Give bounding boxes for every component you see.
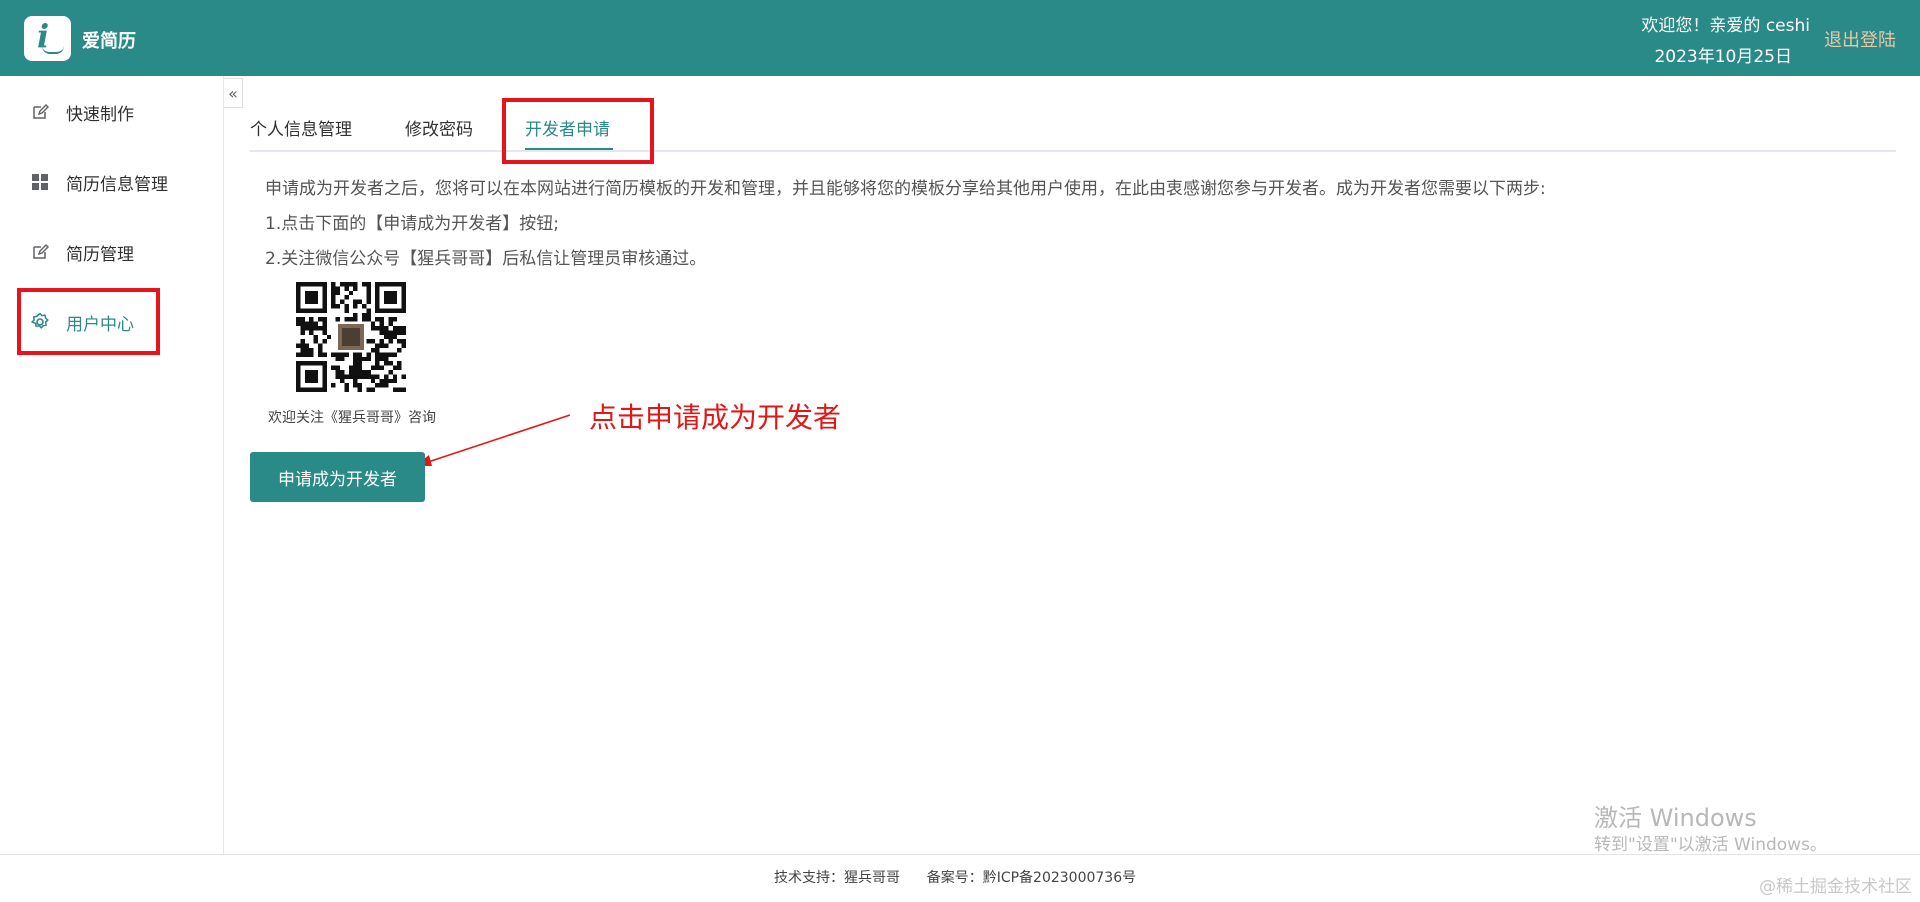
tab-change-password[interactable]: 修改密码: [405, 115, 473, 140]
juejin-watermark: @稀土掘金技术社区: [1759, 877, 1912, 897]
apply-developer-button[interactable]: 申请成为开发者: [250, 452, 425, 502]
annotation-arrow-icon: [415, 414, 571, 466]
top-header: i 爱简历 欢迎您！亲爱的 ceshi 2023年10月25日 退出登陆: [0, 0, 1920, 76]
sidebar-item-label: 简历管理: [66, 244, 134, 265]
windows-activation-title: 激活 Windows: [1594, 804, 1757, 832]
double-chevron-left-icon: «: [228, 83, 238, 103]
sidebar-item-quick-create[interactable]: 快速制作: [0, 84, 224, 140]
sidebar: 快速制作 简历信息管理 简历管理 用户中心: [0, 76, 224, 854]
windows-activation-subtitle: 转到"设置"以激活 Windows。: [1594, 835, 1827, 855]
footer: 技术支持：猩兵哥哥 备案号：黔ICP备2023000736号: [0, 854, 1920, 902]
intro-text: 申请成为开发者之后，您将可以在本网站进行简历模板的开发和管理，并且能够将您的模板…: [265, 179, 1546, 199]
sidebar-item-resume-info[interactable]: 简历信息管理: [0, 154, 224, 210]
step-2-text: 2.关注微信公众号【猩兵哥哥】后私信让管理员审核通过。: [265, 249, 707, 269]
app-logo[interactable]: i: [24, 16, 71, 61]
app-title: 爱简历: [82, 31, 136, 52]
footer-icp: 备案号：黔ICP备2023000736号: [926, 870, 1137, 886]
sidebar-item-label: 快速制作: [66, 104, 134, 125]
logout-link[interactable]: 退出登陆: [1824, 26, 1896, 52]
logo-swoosh-icon: [42, 46, 64, 54]
edit-icon: [30, 242, 50, 262]
highlight-box-user-center: [17, 288, 160, 355]
footer-info: 技术支持：猩兵哥哥 备案号：黔ICP备2023000736号: [774, 867, 1136, 887]
edit-icon: [30, 102, 50, 122]
collapse-sidebar-button[interactable]: «: [224, 78, 243, 108]
developer-instructions: 申请成为开发者之后，您将可以在本网站进行简历模板的开发和管理，并且能够将您的模板…: [265, 172, 1546, 277]
tab-personal-info[interactable]: 个人信息管理: [250, 115, 352, 140]
footer-support: 技术支持：猩兵哥哥: [774, 870, 900, 886]
grid-icon: [30, 172, 50, 192]
highlight-box-developer-tab: [502, 98, 654, 164]
annotation-text: 点击申请成为开发者: [589, 401, 842, 434]
current-date: 2023年10月25日: [1654, 47, 1792, 67]
wechat-qr-code: [296, 282, 406, 392]
sidebar-item-resume-manage[interactable]: 简历管理: [0, 224, 224, 280]
welcome-text: 欢迎您！亲爱的 ceshi: [1641, 16, 1810, 36]
tab-bar: 个人信息管理 修改密码 开发者申请: [250, 104, 1896, 152]
sidebar-item-label: 简历信息管理: [66, 174, 168, 195]
step-1-text: 1.点击下面的【申请成为开发者】按钮;: [265, 214, 559, 234]
